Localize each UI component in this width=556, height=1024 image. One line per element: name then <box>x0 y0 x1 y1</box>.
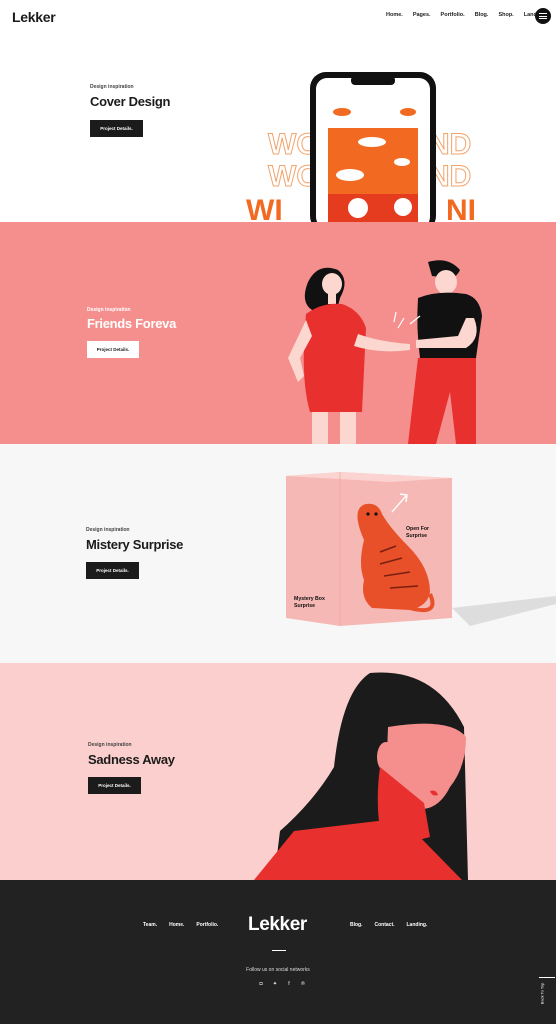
back-to-top-line <box>539 977 555 978</box>
box-label-side: Mystery Box <box>294 596 325 602</box>
footer-link-blog[interactable]: Blog. <box>350 922 363 928</box>
facebook-icon[interactable]: f <box>286 981 292 987</box>
footer-link-portfolio[interactable]: Portfolio. <box>196 922 218 928</box>
project-eyebrow: Design inspiration <box>90 84 134 90</box>
sad-woman-illustration <box>254 672 468 880</box>
project-details-button[interactable]: Project Details. <box>90 120 143 137</box>
footer-link-landing[interactable]: Landing. <box>407 922 428 928</box>
twitter-icon[interactable]: ✦ <box>272 981 278 987</box>
project-title: Cover Design <box>90 94 171 109</box>
project-title: Friends Foreva <box>87 316 176 331</box>
footer-link-home[interactable]: Home. <box>169 922 184 928</box>
footer-logo[interactable]: Lekker <box>248 914 307 936</box>
back-to-top-button[interactable]: Back To Top <box>539 977 556 1013</box>
project-details-button[interactable]: Project Details. <box>87 341 139 358</box>
project-details-button[interactable]: Project Details. <box>86 562 139 579</box>
project-title: Sadness Away <box>88 752 175 767</box>
main-nav: Home. Pages. Portfolio. Blog. Shop. Land… <box>386 12 547 18</box>
hamburger-menu-icon[interactable] <box>535 8 551 24</box>
box-label-front: Open For <box>406 526 429 532</box>
social-links: ◘ ✦ f ℗ <box>258 981 306 987</box>
nav-shop[interactable]: Shop. <box>498 12 513 18</box>
footer-divider <box>272 950 286 951</box>
svg-text:Surprise: Surprise <box>294 603 315 609</box>
project-eyebrow: Design inspiration <box>86 527 130 533</box>
project-friends-foreva: Design inspiration Friends Foreva Projec… <box>0 222 556 444</box>
project-cover-design: Design inspiration Cover Design Project … <box>0 34 556 222</box>
footer-nav-right: Blog. Contact. Landing. <box>350 922 427 928</box>
project-sadness-away: Design inspiration Sadness Away Project … <box>0 663 556 880</box>
nav-blog[interactable]: Blog. <box>475 12 489 18</box>
footer-nav-left: Team. Home. Portfolio. <box>143 922 218 928</box>
nav-pages[interactable]: Pages. <box>413 12 431 18</box>
nav-home[interactable]: Home. <box>386 12 403 18</box>
back-to-top-label: Back To Top <box>539 982 545 1005</box>
project-eyebrow: Design inspiration <box>87 307 131 313</box>
footer-follow-text: Follow us on social networks <box>246 967 310 973</box>
project-eyebrow: Design inspiration <box>88 742 132 748</box>
svg-text:NI: NI <box>446 194 476 222</box>
svg-text:Surprise: Surprise <box>406 533 427 539</box>
project-details-button[interactable]: Project Details. <box>88 777 141 794</box>
instagram-icon[interactable]: ◘ <box>258 981 264 987</box>
svg-text:WI: WI <box>246 194 283 222</box>
phone-mockup-illustration: WO ND WO ND WI NI <box>246 72 476 222</box>
mystery-box-illustration: Open For Surprise Mystery Box Surprise <box>286 472 556 626</box>
project-title: Mistery Surprise <box>86 537 184 552</box>
project-mistery-surprise: Design inspiration Mistery Surprise Proj… <box>0 444 556 663</box>
site-logo[interactable]: Lekker <box>12 9 56 25</box>
pinterest-icon[interactable]: ℗ <box>300 981 306 987</box>
nav-portfolio[interactable]: Portfolio. <box>441 12 465 18</box>
friends-highfive-illustration <box>288 260 482 444</box>
site-header: Lekker Home. Pages. Portfolio. Blog. Sho… <box>0 0 556 34</box>
footer-link-team[interactable]: Team. <box>143 922 157 928</box>
footer-link-contact[interactable]: Contact. <box>375 922 395 928</box>
site-footer: Team. Home. Portfolio. Lekker Blog. Cont… <box>0 880 556 1024</box>
